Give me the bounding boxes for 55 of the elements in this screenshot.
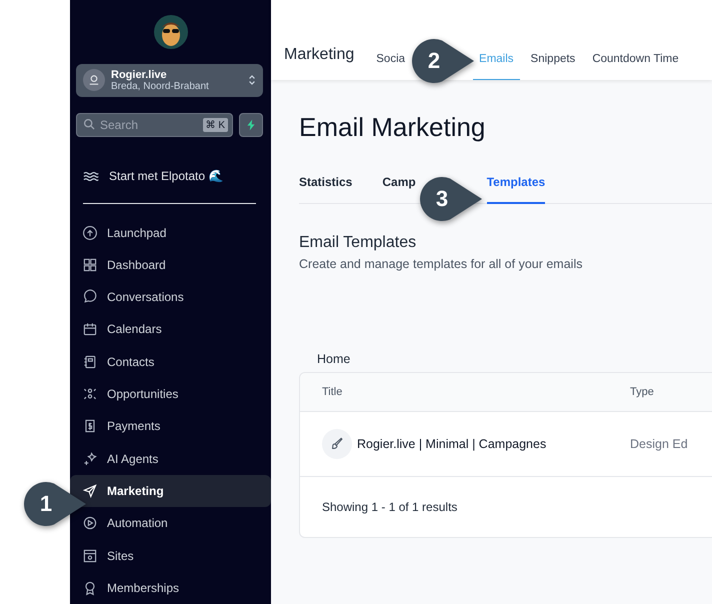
sidebar-item[interactable]: Dashboard [70, 248, 271, 282]
waves-icon [83, 170, 99, 182]
menu-item-icon [82, 224, 98, 241]
brush-icon [322, 429, 352, 459]
tab[interactable]: Camp [382, 175, 416, 204]
tab[interactable]: Statistics [299, 175, 352, 204]
sidebar-item[interactable]: AI Agents [70, 442, 271, 475]
sidebar-item[interactable]: Calendars [70, 313, 271, 346]
breadcrumb-link[interactable]: Home [317, 352, 350, 366]
search-bar[interactable]: Search ⌘ K [76, 112, 233, 137]
section-title: Marketing [284, 46, 354, 65]
menu-item-icon [82, 515, 98, 532]
account-location: Breda, Noord-Brabant [111, 80, 210, 92]
column-header: Title [321, 386, 344, 398]
sidebar-item-label: Start met Elpotato 🌊 [109, 169, 224, 184]
tab[interactable]: Countdown Time [586, 53, 679, 80]
section-subtitle: Create and manage templates for all of your emails [299, 257, 582, 271]
tab[interactable]: Socia [376, 53, 412, 80]
sidebar-item[interactable]: Contacts [70, 346, 271, 378]
quick-action-button[interactable] [239, 112, 263, 137]
location-icon [83, 69, 105, 92]
sidebar-item[interactable]: Memberships [70, 572, 271, 604]
sidebar-item[interactable]: Marketing [70, 474, 271, 508]
account-switcher[interactable]: Rogier.live Breda, Noord-Brabant [76, 64, 263, 97]
sidebar-item[interactable]: Opportunities [70, 378, 271, 410]
search-icon [83, 118, 96, 132]
menu-item-icon [82, 450, 98, 467]
step-callout: 2 [412, 37, 476, 85]
menu-item-icon [82, 321, 98, 338]
sidebar-item[interactable]: Start met Elpotato 🌊 [83, 168, 271, 184]
search-field[interactable]: Search [100, 118, 199, 132]
section-heading: Email Templates [299, 234, 416, 252]
lightning-icon [245, 118, 257, 131]
tab[interactable]: Snippets [524, 53, 582, 80]
account-name: Rogier.live [111, 68, 168, 81]
template-title[interactable]: Rogier.live | Minimal | Campagnes [357, 437, 546, 451]
sidebar-item[interactable]: Launchpad [70, 216, 271, 249]
sidebar-item[interactable]: Payments [70, 410, 271, 443]
menu-item-icon [82, 256, 98, 273]
sidebar-item[interactable]: Sites [70, 539, 271, 572]
table-cell: Design Ed [630, 437, 688, 451]
menu-item-icon [82, 482, 98, 499]
column-header: Type [630, 386, 654, 398]
shortcut-hint: ⌘ K [202, 118, 228, 132]
menu-item-icon [82, 354, 98, 370]
menu-item-icon [82, 548, 98, 564]
avatar-icon [154, 15, 188, 49]
tab[interactable]: Templates [486, 175, 546, 204]
sidebar-item[interactable]: Conversations [70, 281, 271, 314]
chevron-icon [248, 73, 256, 88]
step-callout: 1 [24, 480, 88, 528]
page-title: Email Marketing [299, 112, 486, 143]
menu-item-icon [82, 289, 98, 306]
results-count: Showing 1 - 1 of 1 results [322, 500, 458, 514]
step-callout: 3 [420, 175, 484, 223]
